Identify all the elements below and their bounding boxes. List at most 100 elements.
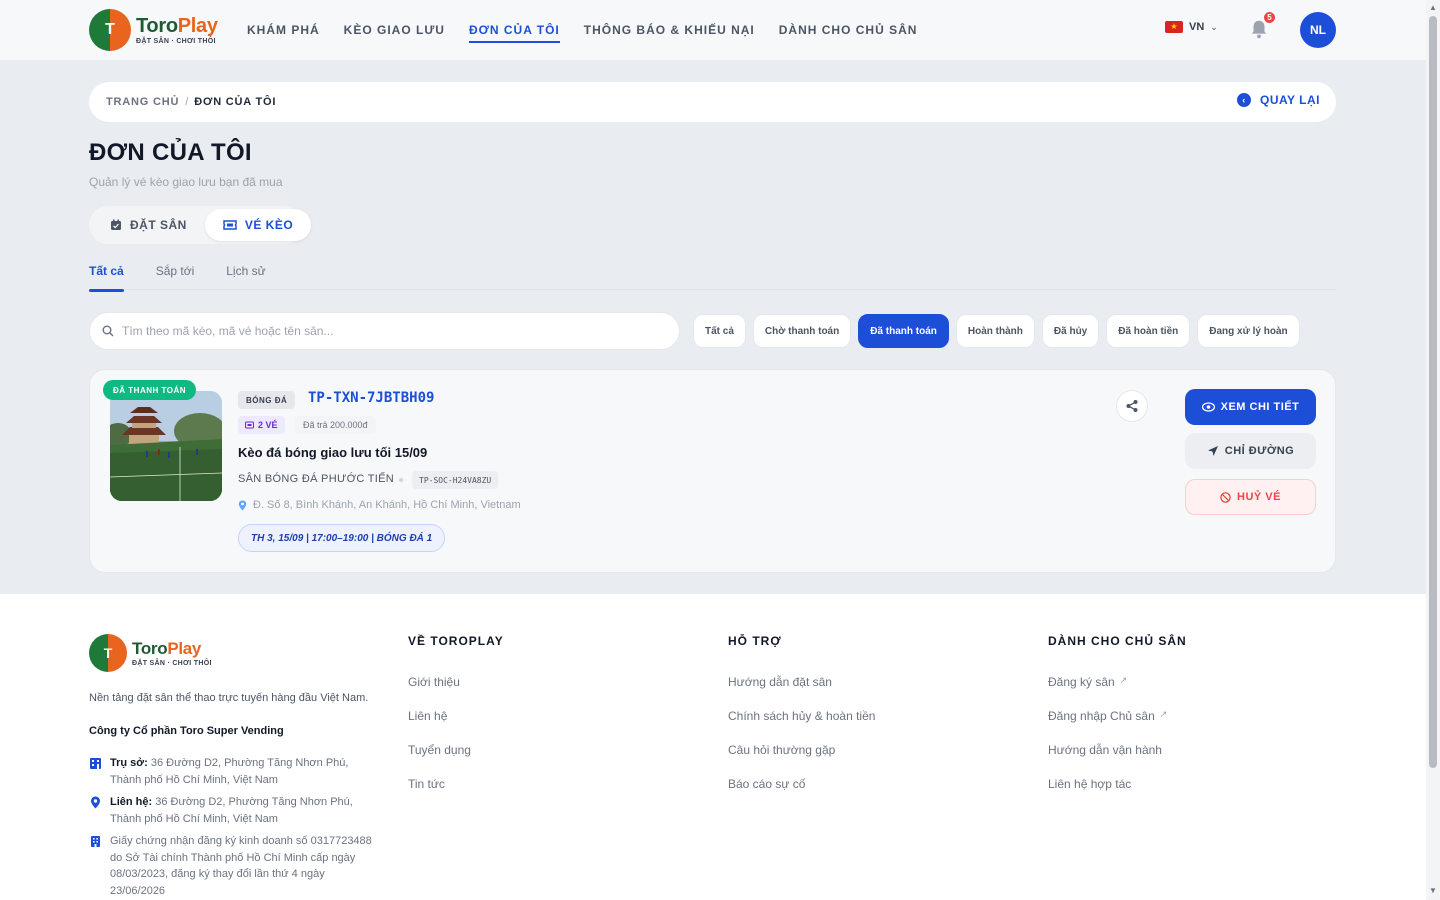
- time-tabs: Tất cả Sắp tới Lịch sử: [89, 264, 1336, 292]
- ban-icon: [1220, 491, 1231, 503]
- language-selector[interactable]: ★ VN ⌄: [1165, 21, 1218, 33]
- contact-info: Liên hệ: 36 Đường D2, Phường Tăng Nhơn P…: [89, 794, 379, 827]
- office-building-icon: [91, 836, 100, 847]
- footer-link-refund-policy[interactable]: Chính sách hủy & hoàn tiền: [728, 709, 875, 743]
- chevron-down-icon: ⌄: [1210, 21, 1218, 32]
- brand-name: ToroPlay: [132, 639, 202, 658]
- filter-completed[interactable]: Hoàn thành: [955, 314, 1035, 348]
- main-content: TRANG CHỦ / ĐƠN CỦA TÔI ‹ QUAY LẠI ĐƠN C…: [0, 60, 1426, 594]
- brand-tagline: ĐẶT SÂN · CHƠI THÔI: [136, 38, 216, 45]
- nav-matches[interactable]: KÈO GIAO LƯU: [344, 17, 445, 43]
- segment-court-booking[interactable]: ĐẶT SÂN: [92, 209, 205, 241]
- segment-match-tickets[interactable]: VÉ KÈO: [204, 209, 312, 241]
- nav-explore[interactable]: KHÁM PHÁ: [247, 17, 320, 43]
- site-footer: T ToroPlay ĐẶT SÂN · CHƠI THÔI Nền tảng …: [0, 594, 1426, 900]
- filter-refunded[interactable]: Đã hoàn tiền: [1106, 314, 1191, 348]
- filter-refund-processing[interactable]: Đang xử lý hoàn: [1197, 314, 1300, 348]
- navigation-arrow-icon: [1207, 446, 1218, 456]
- nav-notifications-complaints[interactable]: THÔNG BÁO & KHIẾU NẠI: [584, 17, 755, 43]
- page-title: ĐƠN CỦA TÔI: [89, 139, 252, 166]
- back-button[interactable]: ‹ QUAY LẠI: [1236, 93, 1320, 107]
- nav-for-owners[interactable]: DÀNH CHO CHỦ SÂN: [779, 17, 918, 43]
- share-icon: [1126, 400, 1138, 412]
- user-avatar[interactable]: NL: [1300, 12, 1336, 48]
- ticket-count-badge: 2 VÉ: [238, 416, 285, 434]
- main-nav: KHÁM PHÁ KÈO GIAO LƯU ĐƠN CỦA TÔI THÔNG …: [247, 0, 917, 60]
- footer-link-about[interactable]: Giới thiệu: [408, 675, 504, 709]
- breadcrumb-separator: /: [185, 96, 189, 108]
- footer-link-owner-login[interactable]: Đăng nhập Chủ sân ↗: [1048, 709, 1187, 743]
- schedule-pill: TH 3, 15/09 | 17:00–19:00 | BÓNG ĐÁ 1: [238, 524, 446, 552]
- footer-link-report-issue[interactable]: Báo cáo sự cố: [728, 777, 875, 811]
- order-card: ĐÃ THANH TOÁN BÓNG ĐÁ TP-TXN-7JBTBH09 2 …: [89, 369, 1336, 573]
- calendar-check-icon: [111, 219, 121, 230]
- footer-link-booking-guide[interactable]: Hướng dẫn đặt sân: [728, 675, 875, 709]
- ticket-icon: [223, 220, 237, 230]
- venue-code: TP-SOC-H24VA8ZU: [412, 471, 499, 489]
- breadcrumb-home[interactable]: TRANG CHỦ: [106, 96, 179, 108]
- scroll-down-arrow-icon[interactable]: ▼: [1429, 886, 1437, 895]
- order-code[interactable]: TP-TXN-7JBTBH09: [308, 390, 434, 406]
- page-scrollbar[interactable]: ▲ ▼: [1426, 0, 1440, 900]
- filter-paid[interactable]: Đã thanh toán: [858, 314, 949, 348]
- business-license-info: Giấy chứng nhận đăng ký kinh doanh số 03…: [89, 833, 379, 899]
- back-label: QUAY LẠI: [1259, 93, 1320, 107]
- breadcrumb: TRANG CHỦ / ĐƠN CỦA TÔI ‹ QUAY LẠI: [89, 82, 1336, 122]
- tab-all[interactable]: Tất cả: [89, 264, 124, 292]
- search-box: [89, 312, 680, 350]
- ticket-icon: [245, 421, 254, 429]
- search-input[interactable]: [122, 324, 662, 338]
- notification-badge: 5: [1263, 11, 1276, 24]
- scroll-thumb[interactable]: [1429, 16, 1437, 768]
- share-button[interactable]: [1116, 390, 1148, 422]
- view-detail-button[interactable]: XEM CHI TIẾT: [1185, 389, 1316, 425]
- cancel-ticket-button[interactable]: HUỶ VÉ: [1185, 479, 1316, 515]
- footer-link-news[interactable]: Tin tức: [408, 777, 504, 811]
- order-type-switch: ĐẶT SÂN VÉ KÈO: [89, 206, 312, 244]
- eye-icon: [1201, 402, 1215, 412]
- directions-button[interactable]: CHỈ ĐƯỜNG: [1185, 433, 1316, 469]
- vietnam-flag-icon: ★: [1165, 21, 1183, 33]
- company-name: Công ty Cổ phần Toro Super Vending: [89, 725, 284, 737]
- brand-logo[interactable]: T ToroPlay ĐẶT SÂN · CHƠI THÔI: [89, 9, 218, 51]
- filter-cancelled[interactable]: Đã hủy: [1041, 314, 1100, 348]
- map-pin-icon: [238, 500, 247, 510]
- search-icon: [102, 325, 114, 337]
- footer-link-partnership[interactable]: Liên hệ hợp tác: [1048, 777, 1187, 811]
- venue-photo: [110, 391, 222, 501]
- external-link-icon: ↗: [1159, 709, 1168, 719]
- footer-col-owners: DÀNH CHO CHỦ SÂN Đăng ký sân ↗ Đăng nhập …: [1048, 634, 1187, 811]
- headquarters-info: Trụ sở: 36 Đường D2, Phường Tăng Nhơn Ph…: [89, 755, 379, 788]
- footer-link-faq[interactable]: Câu hỏi thường gặp: [728, 743, 875, 777]
- brand-tagline: ĐẶT SÂN · CHƠI THÔI: [132, 660, 212, 667]
- status-filters: Tất cả Chờ thanh toán Đã thanh toán Hoàn…: [693, 314, 1300, 348]
- tab-upcoming[interactable]: Sắp tới: [156, 264, 195, 290]
- nav-my-orders[interactable]: ĐƠN CỦA TÔI: [468, 17, 560, 43]
- footer-col-support: HỖ TRỢ Hướng dẫn đặt sân Chính sách hủy …: [728, 634, 875, 811]
- footer-logo[interactable]: T ToroPlay ĐẶT SÂN · CHƠI THÔI: [89, 634, 212, 672]
- filter-pending-payment[interactable]: Chờ thanh toán: [752, 314, 852, 348]
- chevron-left-icon: ‹: [1236, 93, 1251, 107]
- footer-link-register-venue[interactable]: Đăng ký sân ↗: [1048, 675, 1187, 709]
- venue-address: Đ. Số 8, Bình Khánh, An Khánh, Hồ Chí Mi…: [238, 499, 521, 511]
- logo-mark: T: [89, 9, 131, 51]
- venue-name: SÂN BÓNG ĐÁ PHƯỚC TIẾN: [238, 473, 395, 485]
- logo-mark: T: [89, 634, 127, 672]
- tab-history[interactable]: Lịch sử: [226, 264, 265, 290]
- sport-badge: BÓNG ĐÁ: [238, 391, 296, 409]
- top-header: T ToroPlay ĐẶT SÂN · CHƠI THÔI KHÁM PHÁ …: [0, 0, 1426, 60]
- scroll-up-arrow-icon[interactable]: ▲: [1429, 3, 1437, 12]
- footer-link-operation-guide[interactable]: Hướng dẫn vận hành: [1048, 743, 1187, 777]
- footer-link-contact[interactable]: Liên hệ: [408, 709, 504, 743]
- map-pin-icon: [91, 796, 100, 809]
- building-icon: [90, 758, 101, 769]
- filter-all[interactable]: Tất cả: [693, 314, 746, 348]
- footer-link-careers[interactable]: Tuyển dụng: [408, 743, 504, 777]
- page-subtitle: Quản lý vé kèo giao lưu bạn đã mua: [89, 175, 283, 189]
- status-badge: ĐÃ THANH TOÁN: [103, 380, 197, 400]
- brand-name: ToroPlay: [136, 15, 218, 37]
- footer-col-about: VỀ TOROPLAY Giới thiệu Liên hệ Tuyển dụn…: [408, 634, 504, 811]
- separator-dot: [399, 478, 403, 482]
- pagoda-field-image: [110, 391, 222, 501]
- breadcrumb-current: ĐƠN CỦA TÔI: [194, 96, 277, 108]
